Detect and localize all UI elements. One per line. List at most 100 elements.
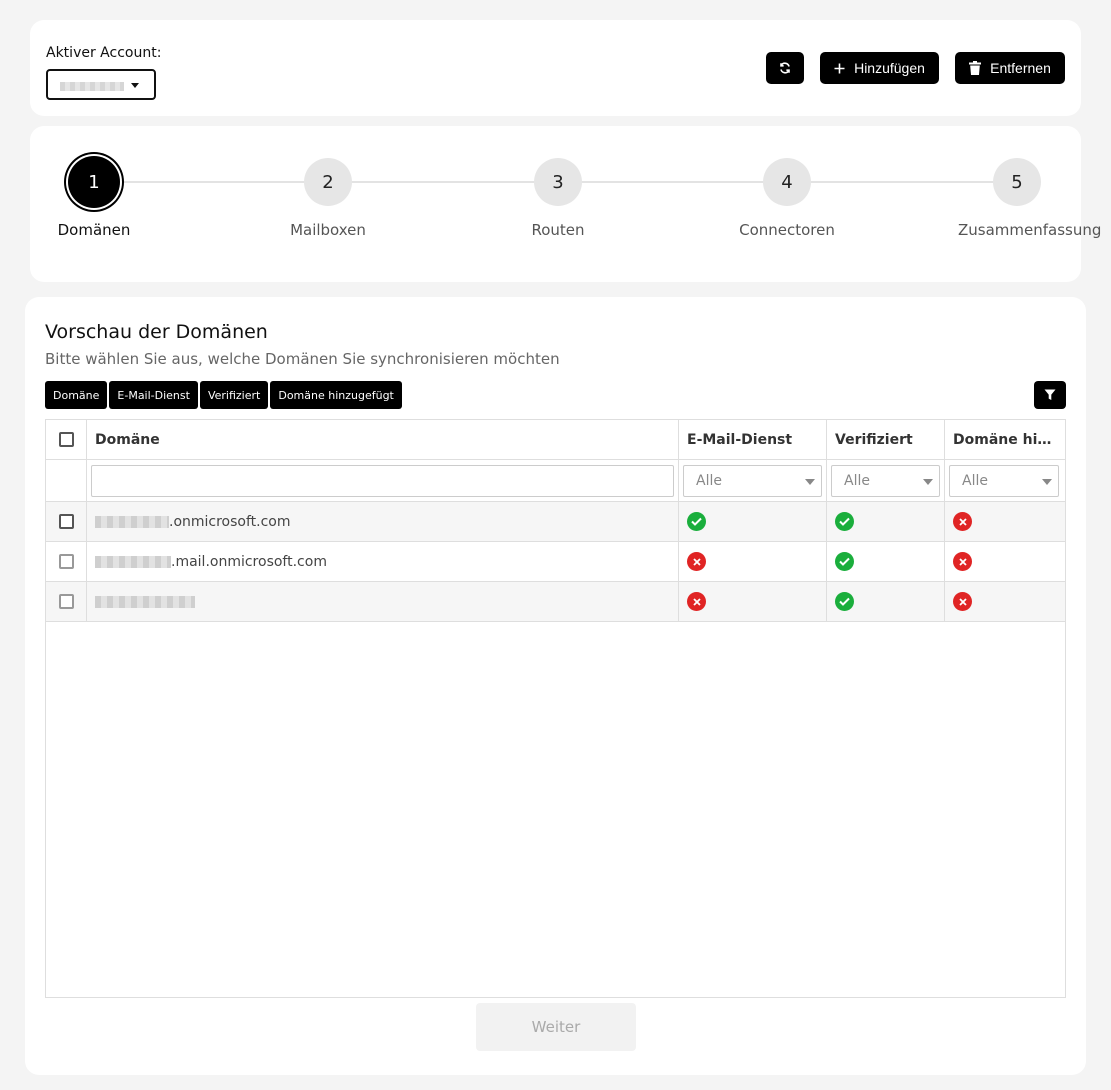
row-select-cell [46,582,87,621]
domain-name [95,595,195,608]
table-row[interactable]: .onmicrosoft.com [46,502,1065,542]
step-number: 5 [993,158,1041,206]
caret-down-icon [1042,478,1052,485]
x-circle-icon [953,592,972,611]
filter-added-cell: Alle [945,460,1065,501]
caret-down-icon [805,478,815,485]
verified-cell [827,502,945,541]
account-card: Aktiver Account: Hinzufügen Entfernen [30,20,1081,116]
column-header-label: Verifiziert [835,431,913,448]
row-select-cell [46,542,87,581]
filter-mail-cell: Alle [679,460,827,501]
mail-service-cell [679,542,827,581]
step-label: Zusammenfassung [958,221,1102,239]
column-chip-added[interactable]: Domäne hinzugefügt [270,381,402,409]
added-cell [945,582,1065,621]
table-row[interactable] [46,582,1065,622]
domain-preview-card: Vorschau der Domänen Bitte wählen Sie au… [25,297,1086,1075]
check-circle-icon [687,512,706,531]
row-checkbox[interactable] [58,594,74,609]
mail-service-cell [679,502,827,541]
caret-down-icon [923,478,933,485]
added-filter-select[interactable]: Alle [949,464,1059,497]
verified-cell [827,582,945,621]
column-header-added[interactable]: Domäne hinzugefügt [945,420,1065,459]
step-connectors[interactable]: 4 Connectoren [717,158,857,240]
step-label: Mailboxen [290,221,366,239]
page-title: Vorschau der Domänen [45,321,268,343]
added-cell [945,502,1065,541]
trash-icon [969,61,982,75]
domain-name: .onmicrosoft.com [95,514,291,530]
domain-cell: .onmicrosoft.com [87,502,679,541]
mail-service-cell [679,582,827,621]
column-header-domain[interactable]: Domäne [87,420,679,459]
account-dropdown[interactable] [46,69,156,100]
domain-cell: .mail.onmicrosoft.com [87,542,679,581]
page-subtitle: Bitte wählen Sie aus, welche Domänen Sie… [45,350,560,368]
x-circle-icon [687,552,706,571]
verified-cell [827,542,945,581]
select-all-checkbox[interactable] [58,432,74,447]
domain-filter-input[interactable] [91,464,674,497]
row-select-cell [46,502,87,541]
stepper-card: 1 Domänen 2 Mailboxen 3 Routen 4 Connect… [30,126,1101,282]
filter-empty-cell [46,460,87,501]
check-circle-icon [835,552,854,571]
header-select-cell [46,420,87,459]
step-number: 2 [304,158,352,206]
row-checkbox[interactable] [58,554,74,569]
column-header-verified[interactable]: Verifiziert [827,420,945,459]
step-number: 4 [763,158,811,206]
add-account-label: Hinzufügen [854,60,925,76]
table-row[interactable]: .mail.onmicrosoft.com [46,542,1065,582]
x-circle-icon [953,552,972,571]
refresh-icon [780,62,790,74]
verified-filter-select[interactable]: Alle [831,464,940,497]
column-header-mail-service[interactable]: E-Mail-Dienst [679,420,827,459]
step-domains[interactable]: 1 Domänen [24,156,164,240]
table-filter-row: Alle Alle Alle [46,460,1065,502]
select-value: Alle [962,472,988,489]
remove-account-button[interactable]: Entfernen [955,52,1065,84]
step-number: 3 [534,158,582,206]
step-label: Connectoren [739,221,835,239]
step-routes[interactable]: 3 Routen [488,158,628,240]
next-button[interactable]: Weiter [476,1003,636,1051]
domain-suffix: .mail.onmicrosoft.com [171,553,327,570]
domain-suffix: .onmicrosoft.com [169,513,291,530]
chevron-down-icon [131,83,139,88]
step-number: 1 [68,156,120,208]
table-header-row: Domäne E-Mail-Dienst Verifiziert Domäne … [46,420,1065,460]
add-account-button[interactable]: Hinzufügen [820,52,939,84]
step-label: Routen [531,221,585,239]
filter-icon [1044,389,1056,400]
remove-account-label: Entfernen [990,60,1051,76]
column-chip-mail-service[interactable]: E-Mail-Dienst [109,381,198,409]
account-value [60,82,124,91]
column-header-label: E-Mail-Dienst [687,431,793,448]
step-mailboxes[interactable]: 2 Mailboxen [258,158,398,240]
step-summary[interactable]: 5 Zusammenfassung [947,158,1102,240]
column-chips: Domäne E-Mail-Dienst Verifiziert Domäne … [45,381,402,409]
select-value: Alle [844,472,870,489]
filter-button[interactable] [1034,381,1066,409]
domain-cell [87,582,679,621]
mail-service-filter-select[interactable]: Alle [683,464,822,497]
domain-name: .mail.onmicrosoft.com [95,554,327,570]
row-checkbox[interactable] [58,514,74,529]
column-chip-verified[interactable]: Verifiziert [199,381,269,409]
filter-domain-cell [87,460,679,501]
x-circle-icon [953,512,972,531]
column-header-label: Domäne [95,431,160,448]
x-circle-icon [687,592,706,611]
added-cell [945,542,1065,581]
check-circle-icon [835,592,854,611]
active-account-label: Aktiver Account: [46,45,162,61]
column-chip-domain[interactable]: Domäne [45,381,108,409]
domain-table: Domäne E-Mail-Dienst Verifiziert Domäne … [45,419,1066,998]
select-value: Alle [696,472,722,489]
check-circle-icon [835,512,854,531]
step-label: Domänen [57,221,131,239]
refresh-button[interactable] [766,52,804,84]
